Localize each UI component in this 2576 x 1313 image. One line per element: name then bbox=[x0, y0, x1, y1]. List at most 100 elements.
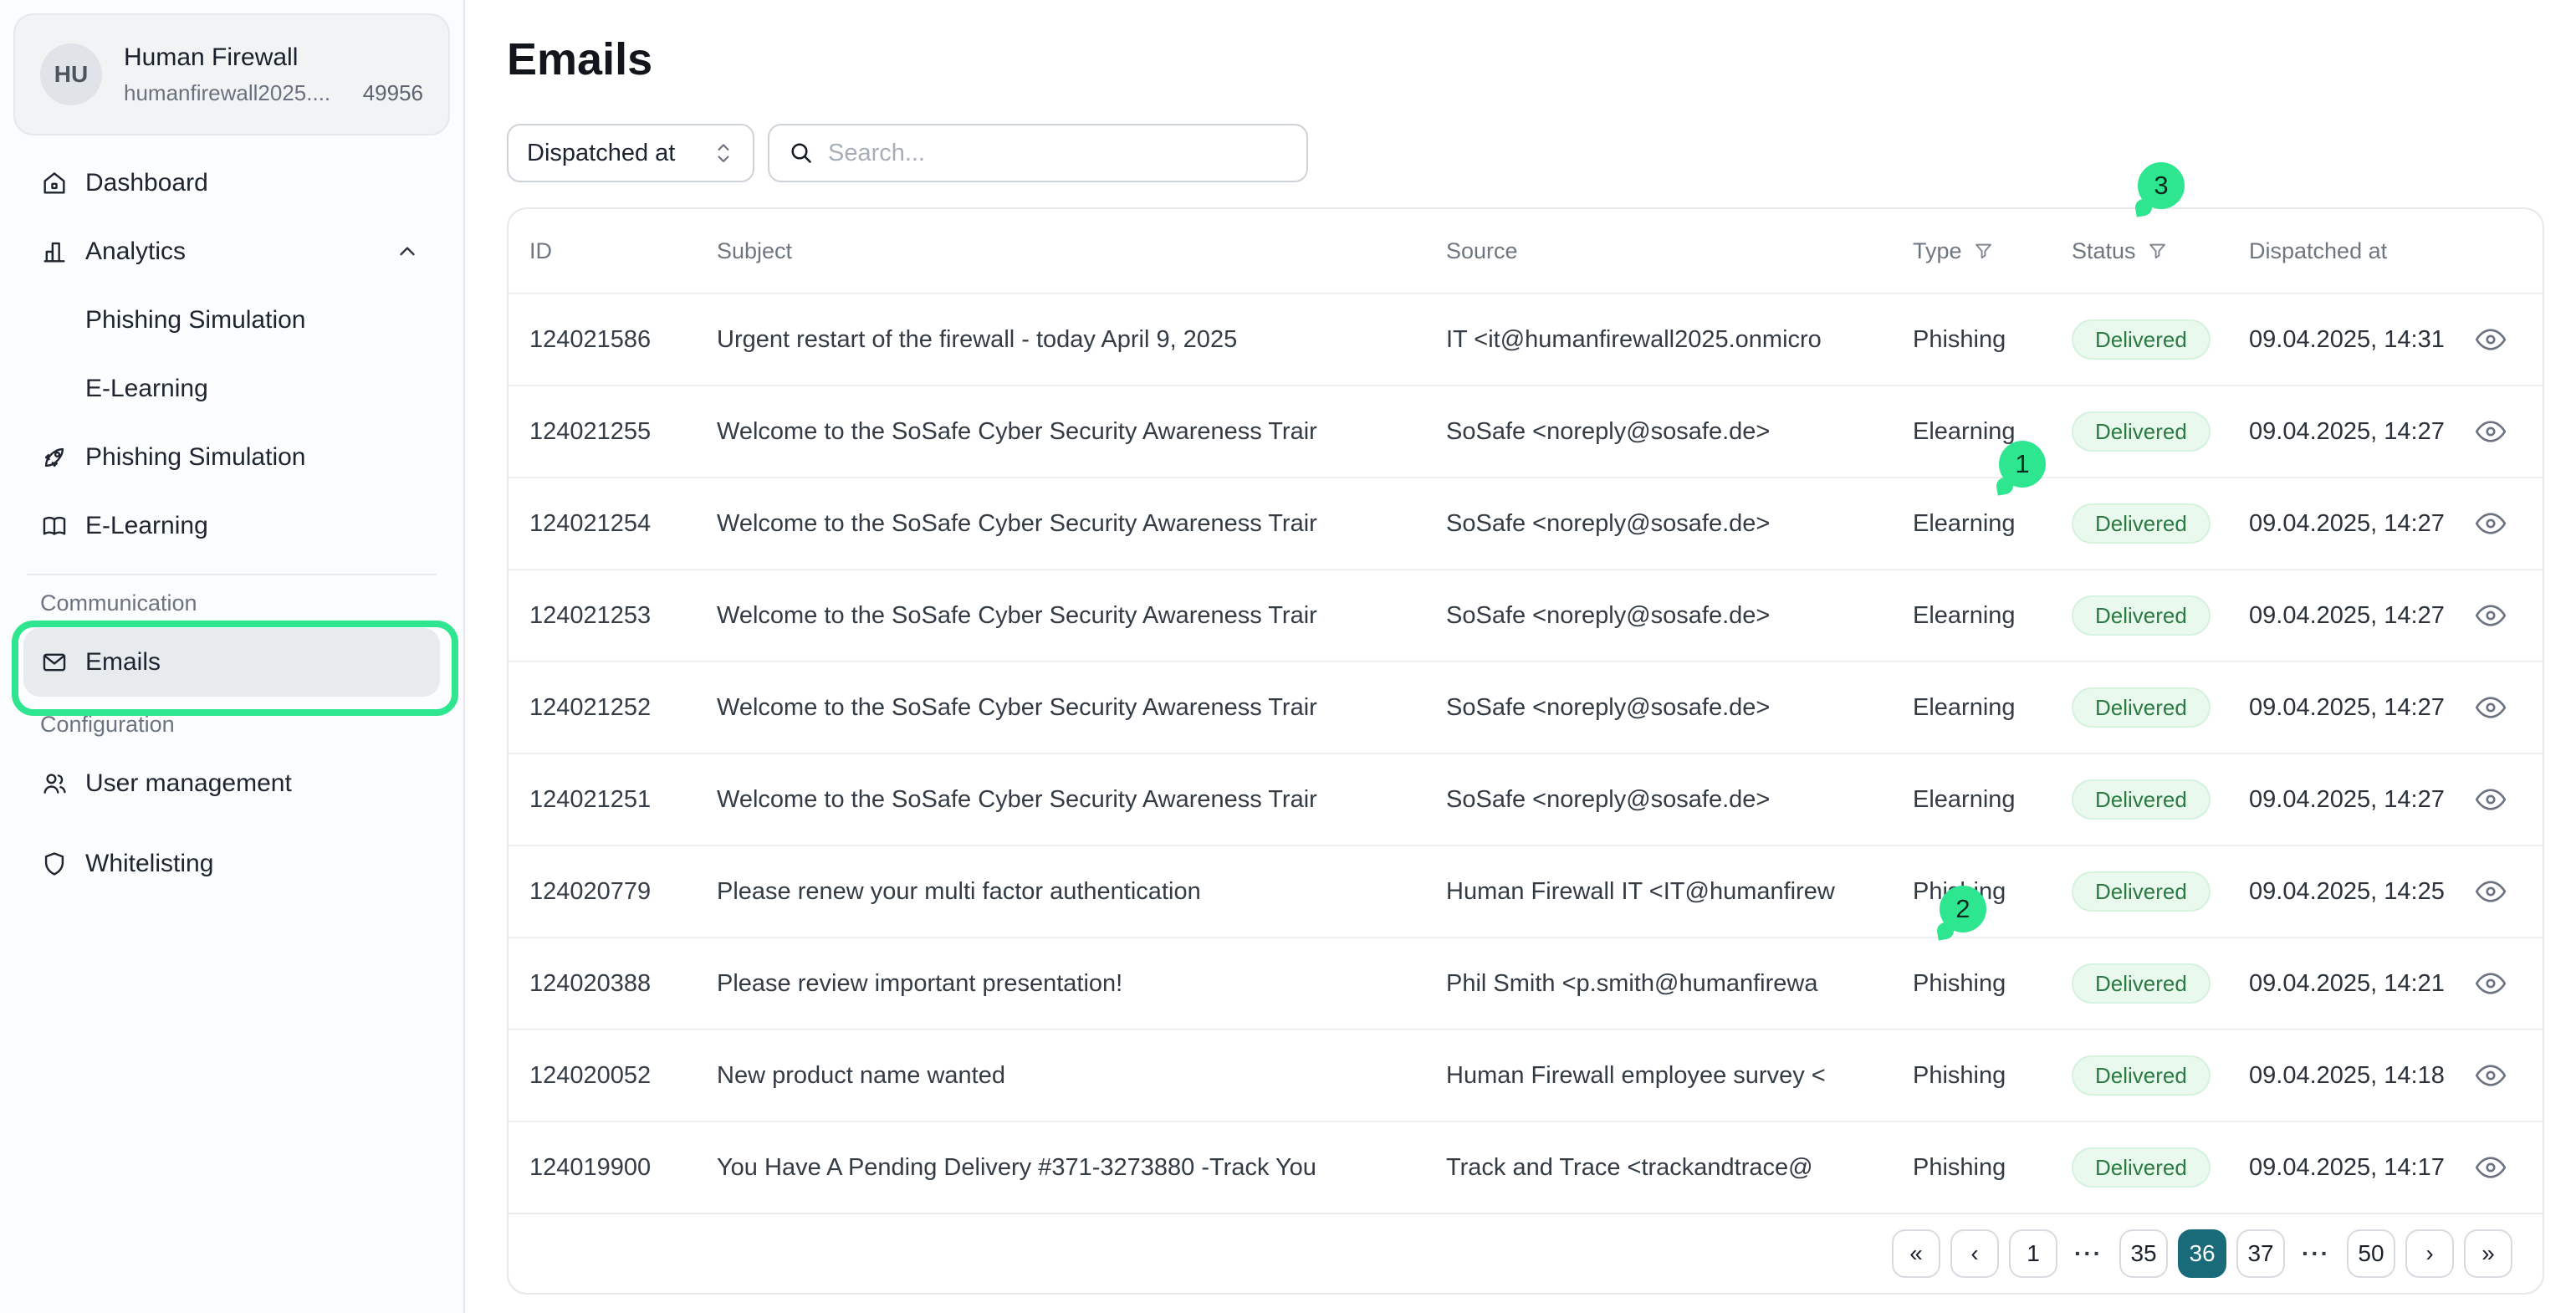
cell-status: Delivered bbox=[2072, 963, 2249, 1004]
prev-button[interactable]: ‹ bbox=[1950, 1229, 1999, 1278]
table-row: 124021251 Welcome to the SoSafe Cyber Se… bbox=[509, 753, 2543, 845]
cell-subject: Please review important presentation! bbox=[717, 970, 1446, 998]
sidebar-item-label: Phishing Simulation bbox=[85, 443, 305, 472]
sidebar: HU Human Firewall humanfirewall2025.... … bbox=[0, 0, 465, 1313]
sidebar-item-dashboard[interactable]: Dashboard bbox=[0, 149, 463, 217]
section-label-communication: Communication bbox=[0, 590, 463, 616]
page-button-50[interactable]: 50 bbox=[2347, 1229, 2395, 1278]
sort-dropdown[interactable]: Dispatched at bbox=[507, 124, 754, 182]
table-row: 124021255 Welcome to the SoSafe Cyber Se… bbox=[509, 385, 2543, 477]
sidebar-item-whitelisting[interactable]: Whitelisting bbox=[23, 830, 440, 898]
status-filter-icon[interactable] bbox=[2146, 240, 2169, 263]
sort-updown-icon bbox=[713, 140, 734, 166]
eye-icon bbox=[2475, 696, 2507, 719]
eye-icon bbox=[2475, 604, 2507, 627]
eye-icon bbox=[2475, 512, 2507, 535]
eye-icon bbox=[2475, 1064, 2507, 1087]
page-button-36[interactable]: 36 bbox=[2178, 1229, 2226, 1278]
column-header-dispatched-at: Dispatched at bbox=[2249, 238, 2446, 264]
cell-dispatched-at: 09.04.2025, 14:27 bbox=[2249, 786, 2446, 814]
view-email-button[interactable] bbox=[2472, 689, 2509, 726]
column-header-subject: Subject bbox=[717, 238, 1446, 264]
cell-status: Delivered bbox=[2072, 595, 2249, 636]
cell-subject: Welcome to the SoSafe Cyber Security Awa… bbox=[717, 418, 1446, 446]
main-content: Emails Dispatched at ID Subject Source T… bbox=[465, 0, 2576, 1313]
book-icon bbox=[40, 512, 69, 540]
account-card[interactable]: HU Human Firewall humanfirewall2025.... … bbox=[13, 13, 450, 135]
first-button[interactable]: « bbox=[1892, 1229, 1940, 1278]
cell-subject: New product name wanted bbox=[717, 1062, 1446, 1090]
cell-id: 124020388 bbox=[529, 970, 717, 998]
sidebar-item-analytics[interactable]: Analytics bbox=[0, 217, 463, 286]
view-email-button[interactable] bbox=[2472, 873, 2509, 910]
table-row: 124020779 Please renew your multi factor… bbox=[509, 845, 2543, 937]
column-header-type: Type bbox=[1913, 238, 2072, 264]
cell-dispatched-at: 09.04.2025, 14:27 bbox=[2249, 510, 2446, 538]
cell-id: 124019900 bbox=[529, 1154, 717, 1182]
view-email-button[interactable] bbox=[2472, 321, 2509, 358]
cell-dispatched-at: 09.04.2025, 14:25 bbox=[2249, 878, 2446, 906]
page-button-35[interactable]: 35 bbox=[2119, 1229, 2168, 1278]
status-badge: Delivered bbox=[2072, 319, 2211, 360]
account-name: Human Firewall bbox=[124, 43, 423, 72]
view-email-button[interactable] bbox=[2472, 413, 2509, 450]
sidebar-item-elearning-analytics[interactable]: E-Learning bbox=[0, 355, 463, 423]
sidebar-item-phishing-simulation-analytics[interactable]: Phishing Simulation bbox=[0, 286, 463, 355]
eye-icon bbox=[2475, 788, 2507, 811]
emails-table-card: ID Subject Source Type Status Dispatched… bbox=[507, 207, 2544, 1295]
cell-source: Track and Trace <trackandtrace@ bbox=[1446, 1154, 1913, 1182]
cell-id: 124020779 bbox=[529, 878, 717, 906]
eye-icon bbox=[2475, 972, 2507, 995]
cell-type: Elearning bbox=[1913, 786, 2072, 814]
page-button-1[interactable]: 1 bbox=[2009, 1229, 2057, 1278]
sidebar-item-label: Emails bbox=[85, 648, 161, 677]
view-email-button[interactable] bbox=[2472, 965, 2509, 1002]
sidebar-item-user-management[interactable]: User management bbox=[23, 749, 440, 818]
rocket-icon bbox=[40, 443, 69, 472]
search-box bbox=[768, 124, 1308, 182]
chevron-up-icon[interactable] bbox=[395, 239, 420, 264]
status-badge: Delivered bbox=[2072, 503, 2211, 544]
sidebar-item-elearning[interactable]: E-Learning bbox=[0, 492, 463, 560]
view-email-button[interactable] bbox=[2472, 1057, 2509, 1094]
status-badge: Delivered bbox=[2072, 963, 2211, 1004]
view-email-button[interactable] bbox=[2472, 505, 2509, 542]
eye-icon bbox=[2475, 880, 2507, 903]
cell-dispatched-at: 09.04.2025, 14:27 bbox=[2249, 602, 2446, 630]
sort-dropdown-value: Dispatched at bbox=[527, 140, 701, 167]
table-row: 124021254 Welcome to the SoSafe Cyber Se… bbox=[509, 477, 2543, 569]
cell-type: Phishing bbox=[1913, 970, 2072, 998]
status-badge: Delivered bbox=[2072, 1055, 2211, 1096]
type-filter-icon[interactable] bbox=[1972, 240, 1995, 263]
cell-id: 124021253 bbox=[529, 602, 717, 630]
view-email-button[interactable] bbox=[2472, 1149, 2509, 1186]
status-badge: Delivered bbox=[2072, 411, 2211, 452]
cell-status: Delivered bbox=[2072, 687, 2249, 728]
view-email-button[interactable] bbox=[2472, 781, 2509, 818]
table-header-row: ID Subject Source Type Status Dispatched… bbox=[509, 209, 2543, 293]
table-row: 124020052 New product name wanted Human … bbox=[509, 1029, 2543, 1121]
eye-icon bbox=[2475, 420, 2507, 443]
cell-subject: Please renew your multi factor authentic… bbox=[717, 878, 1446, 906]
search-input[interactable] bbox=[828, 140, 1288, 167]
view-email-button[interactable] bbox=[2472, 597, 2509, 634]
cell-dispatched-at: 09.04.2025, 14:17 bbox=[2249, 1154, 2446, 1182]
cell-source: IT <it@humanfirewall2025.onmicro bbox=[1446, 326, 1913, 354]
page-button-37[interactable]: 37 bbox=[2236, 1229, 2285, 1278]
table-row: 124021253 Welcome to the SoSafe Cyber Se… bbox=[509, 569, 2543, 661]
cell-dispatched-at: 09.04.2025, 14:27 bbox=[2249, 418, 2446, 446]
home-icon bbox=[40, 169, 69, 197]
sidebar-item-label: Analytics bbox=[85, 238, 186, 266]
cell-subject: Welcome to the SoSafe Cyber Security Awa… bbox=[717, 786, 1446, 814]
sidebar-item-emails[interactable]: Emails bbox=[23, 628, 440, 697]
cell-type: Phishing bbox=[1913, 878, 2072, 906]
mail-icon bbox=[40, 648, 69, 677]
last-button[interactable]: » bbox=[2464, 1229, 2512, 1278]
page-title: Emails bbox=[507, 35, 2576, 84]
status-badge: Delivered bbox=[2072, 871, 2211, 912]
next-button[interactable]: › bbox=[2405, 1229, 2454, 1278]
cell-id: 124021586 bbox=[529, 326, 717, 354]
sidebar-nav: Dashboard Analytics Phishing Simulation … bbox=[0, 149, 463, 898]
cell-type: Elearning bbox=[1913, 510, 2072, 538]
sidebar-item-phishing-simulation[interactable]: Phishing Simulation bbox=[0, 423, 463, 492]
